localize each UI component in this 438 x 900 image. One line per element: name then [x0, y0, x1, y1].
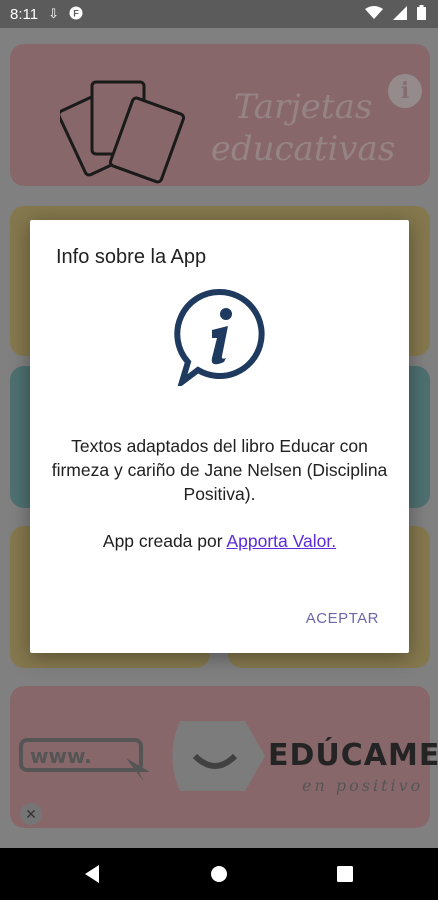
download-icon: ⇩ [48, 6, 59, 21]
back-button[interactable] [62, 848, 122, 900]
status-time: 8:11 [10, 5, 39, 23]
home-button[interactable] [189, 848, 249, 900]
status-bar: 8:11 ⇩ F [0, 0, 438, 28]
dialog-credit: App creada por Apporta Valor. [50, 531, 389, 552]
accept-button[interactable]: ACEPTAR [306, 610, 379, 627]
navigation-bar [0, 848, 438, 900]
back-icon [85, 865, 99, 883]
battery-icon [417, 5, 426, 24]
app-notification-icon: F [69, 6, 83, 23]
wifi-icon [365, 5, 383, 24]
dialog-body-text: Textos adaptados del libro Educar con fi… [51, 436, 388, 504]
dialog-title: Info sobre la App [56, 246, 207, 268]
signal-icon [393, 5, 407, 24]
recents-icon [337, 866, 353, 882]
info-speech-bubble-icon [174, 288, 265, 386]
apporta-valor-link[interactable]: Apporta Valor. [226, 531, 336, 551]
svg-text:F: F [73, 8, 79, 18]
recents-button[interactable] [315, 848, 375, 900]
info-dialog: Info sobre la App Textos adaptados del l… [30, 220, 409, 653]
credit-prefix: App creada por [102, 531, 227, 551]
home-icon [211, 866, 227, 882]
